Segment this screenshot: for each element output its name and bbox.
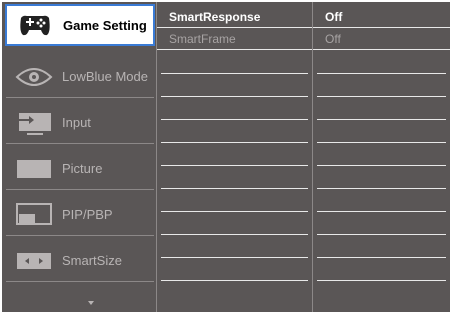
divider bbox=[317, 211, 446, 212]
divider bbox=[317, 96, 446, 97]
eye-icon bbox=[14, 62, 54, 92]
divider bbox=[317, 119, 446, 120]
divider bbox=[161, 188, 308, 189]
menu-item-label: Input bbox=[62, 115, 91, 130]
scroll-down-icon[interactable] bbox=[88, 301, 94, 305]
divider bbox=[161, 73, 308, 74]
menu-item-label: Game Setting bbox=[63, 17, 147, 33]
menu-item-label: PIP/PBP bbox=[62, 207, 113, 222]
menu-item-pip-pbp[interactable]: PIP/PBP bbox=[6, 194, 154, 236]
gamepad-icon bbox=[15, 10, 55, 40]
menu-item-label: SmartSize bbox=[62, 253, 122, 268]
picture-icon bbox=[14, 154, 54, 184]
divider bbox=[161, 119, 308, 120]
menu-item-lowblue-mode[interactable]: LowBlue Mode bbox=[6, 56, 154, 98]
submenu-item-smartframe[interactable]: SmartFrame bbox=[157, 28, 312, 50]
divider bbox=[161, 234, 308, 235]
divider bbox=[317, 257, 446, 258]
divider bbox=[161, 142, 308, 143]
menu-item-label: Picture bbox=[62, 161, 103, 176]
divider bbox=[317, 188, 446, 189]
input-icon bbox=[14, 108, 54, 138]
menu-item-picture[interactable]: Picture bbox=[6, 148, 154, 190]
divider bbox=[317, 165, 446, 166]
divider bbox=[317, 280, 446, 281]
smartsize-icon bbox=[14, 246, 54, 276]
divider bbox=[317, 234, 446, 235]
menu-item-input[interactable]: Input bbox=[6, 102, 154, 144]
menu-item-game-setting[interactable]: Game Setting bbox=[5, 4, 155, 46]
pip-icon bbox=[14, 200, 54, 230]
submenu: SmartResponse SmartFrame bbox=[157, 2, 313, 312]
submenu-item-smartresponse[interactable]: SmartResponse bbox=[157, 6, 312, 28]
menu-item-label: LowBlue Mode bbox=[62, 69, 148, 84]
divider bbox=[317, 142, 446, 143]
osd-menu: Game Setting LowBlue Mode Input Picture … bbox=[2, 2, 450, 312]
menu-item-smartsize[interactable]: SmartSize bbox=[6, 240, 154, 282]
divider bbox=[161, 96, 308, 97]
divider bbox=[161, 257, 308, 258]
value-smartframe[interactable]: Off bbox=[313, 28, 450, 50]
value-smartresponse[interactable]: Off bbox=[313, 6, 450, 28]
divider bbox=[161, 211, 308, 212]
divider bbox=[161, 280, 308, 281]
main-menu: Game Setting LowBlue Mode Input Picture … bbox=[2, 2, 157, 312]
value-column: Off Off bbox=[313, 2, 450, 312]
divider bbox=[317, 73, 446, 74]
divider bbox=[161, 165, 308, 166]
